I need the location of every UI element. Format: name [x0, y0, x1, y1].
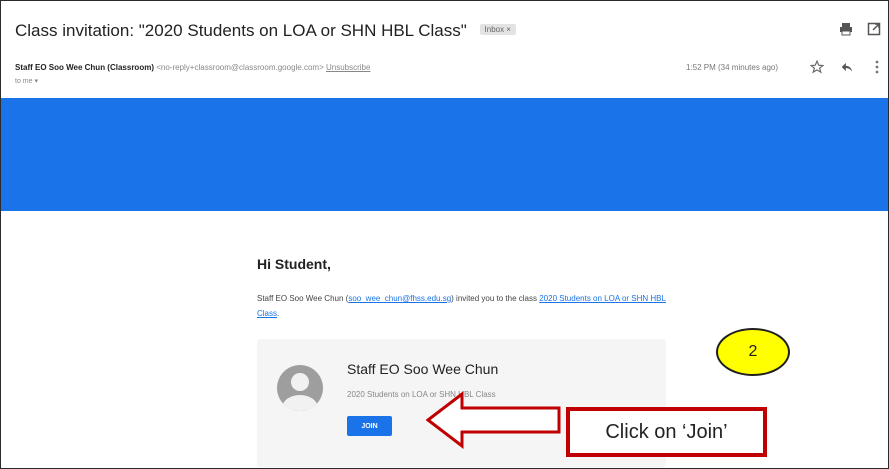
open-in-new-icon[interactable] — [866, 21, 882, 37]
invite-text-part: . — [277, 309, 280, 318]
print-icon[interactable] — [838, 21, 854, 37]
avatar-head — [291, 373, 309, 391]
annotation-arrow-icon — [426, 390, 561, 450]
star-icon[interactable] — [809, 59, 825, 75]
more-vert-icon[interactable] — [869, 59, 885, 75]
recipient-toggle[interactable]: to me ▾ — [15, 77, 38, 85]
classroom-banner — [1, 98, 888, 211]
teacher-email-link[interactable]: soo_wee_chun@fhss.edu.sg — [348, 294, 451, 303]
inbox-label-badge[interactable]: Inbox × — [479, 24, 516, 36]
reply-icon[interactable] — [839, 59, 855, 75]
avatar-body — [282, 395, 318, 411]
unsubscribe-link[interactable]: Unsubscribe — [326, 63, 370, 72]
message-actions — [809, 59, 885, 75]
invite-text-part: Staff EO Soo Wee Chun ( — [257, 294, 349, 303]
greeting: Hi Student, — [257, 256, 331, 272]
thread-actions — [838, 21, 882, 37]
teacher-name: Staff EO Soo Wee Chun — [347, 361, 499, 377]
sender-name[interactable]: Staff EO Soo Wee Chun (Classroom) — [15, 63, 154, 72]
sender-line: Staff EO Soo Wee Chun (Classroom) <no-re… — [15, 63, 370, 72]
invitation-text: Staff EO Soo Wee Chun (soo_wee_chun@fhss… — [257, 291, 677, 321]
join-button[interactable]: JOIN — [347, 416, 392, 436]
email-view: Class invitation: "2020 Students on LOA … — [0, 0, 889, 469]
instruction-callout: Click on ‘Join’ — [566, 407, 767, 457]
email-timestamp: 1:52 PM (34 minutes ago) — [686, 63, 779, 72]
email-subject: Class invitation: "2020 Students on LOA … — [15, 21, 516, 41]
subject-text: Class invitation: "2020 Students on LOA … — [15, 21, 467, 40]
avatar — [277, 365, 323, 411]
invite-text-part: ) invited you to the class — [451, 294, 540, 303]
sender-email: <no-reply+classroom@classroom.google.com… — [156, 63, 324, 72]
step-number-badge: 2 — [716, 328, 790, 376]
